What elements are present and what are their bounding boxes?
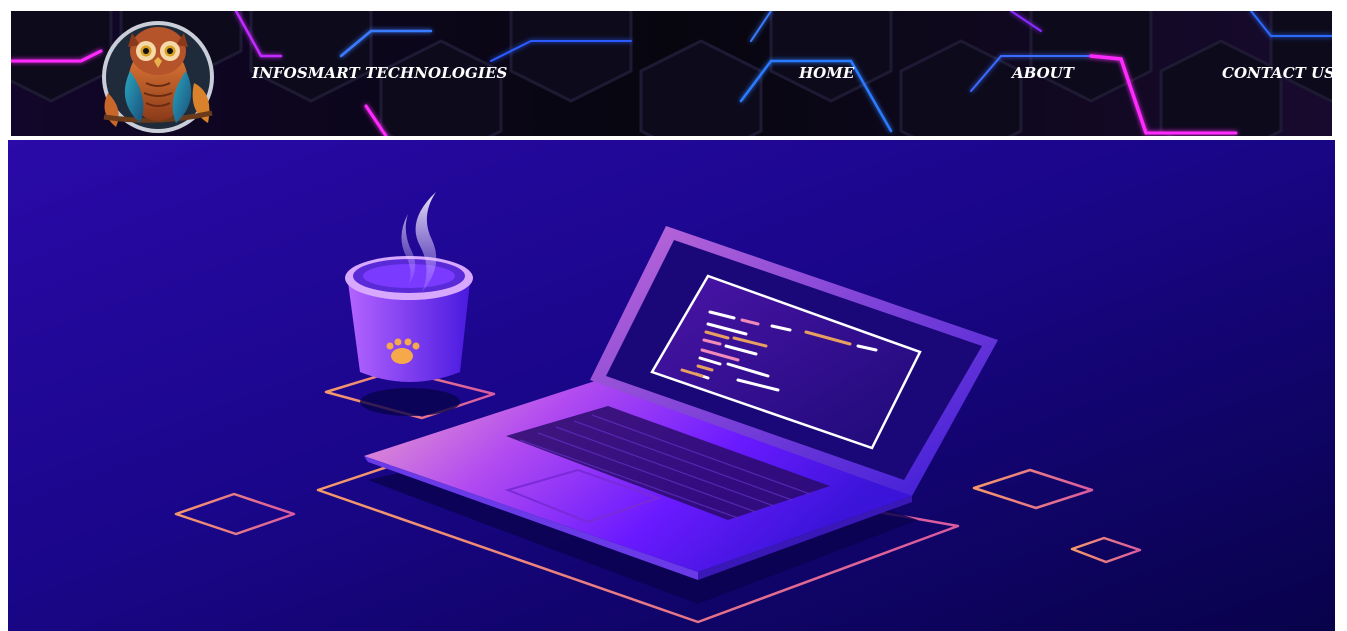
brand-title[interactable]: INFOSMART TECHNOLOGIES (252, 64, 508, 82)
nav-link-about[interactable]: ABOUT (1012, 64, 1074, 82)
hero-banner (8, 140, 1335, 631)
nav-link-contact-us[interactable]: CONTACT US (1222, 64, 1332, 82)
owl-logo-icon[interactable] (94, 13, 222, 135)
nav-link-home[interactable]: HOME (799, 64, 854, 82)
top-navbar: INFOSMART TECHNOLOGIES HOME ABOUT CONTAC… (11, 11, 1332, 136)
laptop-and-coffee-cup-illustration (8, 140, 1335, 631)
